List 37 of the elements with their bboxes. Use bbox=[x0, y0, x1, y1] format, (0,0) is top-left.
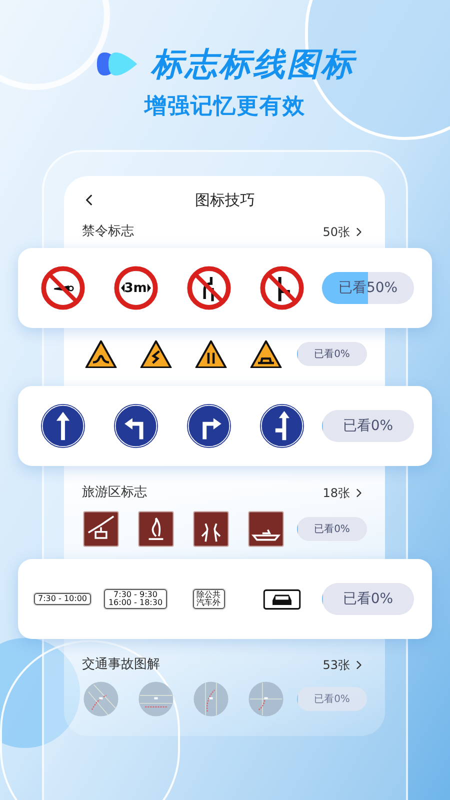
prohibition-sign-icon: 3m bbox=[114, 266, 158, 310]
prohibition-sign-icon bbox=[260, 266, 304, 310]
car-plate-icon bbox=[262, 588, 300, 610]
accident-diagram-drawing bbox=[248, 681, 284, 717]
accident-diagram-drawing bbox=[192, 681, 228, 717]
prohibition-sign-icon bbox=[186, 266, 230, 310]
warning-sign-icon bbox=[84, 340, 116, 368]
category-title: 交通事故图解 bbox=[82, 656, 160, 674]
warning-sign-icon bbox=[140, 340, 172, 368]
screen-title: 图标技巧 bbox=[194, 190, 256, 211]
tourist-sign-icon bbox=[82, 511, 118, 547]
category-count: 18张 bbox=[322, 485, 350, 502]
sign-card[interactable]: 7:30 - 10:00 7:30 - 9:30 16:00 - 18:30 除公共 汽车外 已看0% bbox=[18, 559, 432, 639]
category-title: 禁令标志 bbox=[82, 223, 134, 242]
time-plate-sign: 7:30 - 10:00 bbox=[34, 592, 91, 606]
tourist-sign-icon bbox=[138, 511, 174, 547]
prohibition-sign-icon bbox=[40, 266, 84, 310]
time-plate-sign: 除公共 汽车外 bbox=[192, 588, 224, 610]
direction-sign-icon bbox=[260, 404, 304, 448]
category-title: 旅游区标志 bbox=[82, 484, 147, 502]
accident-diagram-drawing bbox=[138, 681, 174, 717]
accident-diagram-drawing bbox=[82, 681, 118, 717]
headline-subtitle: 增强记忆更有效 bbox=[144, 96, 306, 118]
progress-button[interactable]: 已看0% bbox=[322, 410, 414, 442]
direction-sign-icon bbox=[186, 404, 230, 448]
category-count: 50张 bbox=[322, 224, 350, 241]
direction-sign-icon bbox=[114, 404, 158, 448]
progress-button[interactable]: 已看0% bbox=[322, 583, 414, 615]
warning-sign-icon bbox=[250, 340, 282, 368]
tourist-sign-icon bbox=[192, 511, 228, 547]
headline-title: 标志标线图标 bbox=[151, 48, 355, 80]
warning-sign-icon bbox=[194, 340, 226, 368]
time-plate-sign: 7:30 - 9:30 16:00 - 18:30 bbox=[104, 588, 167, 610]
direction-sign-icon bbox=[40, 404, 84, 448]
sign-card[interactable]: 已看0% bbox=[18, 386, 432, 466]
category-count: 53张 bbox=[322, 657, 350, 674]
tourist-sign-icon bbox=[248, 511, 284, 547]
